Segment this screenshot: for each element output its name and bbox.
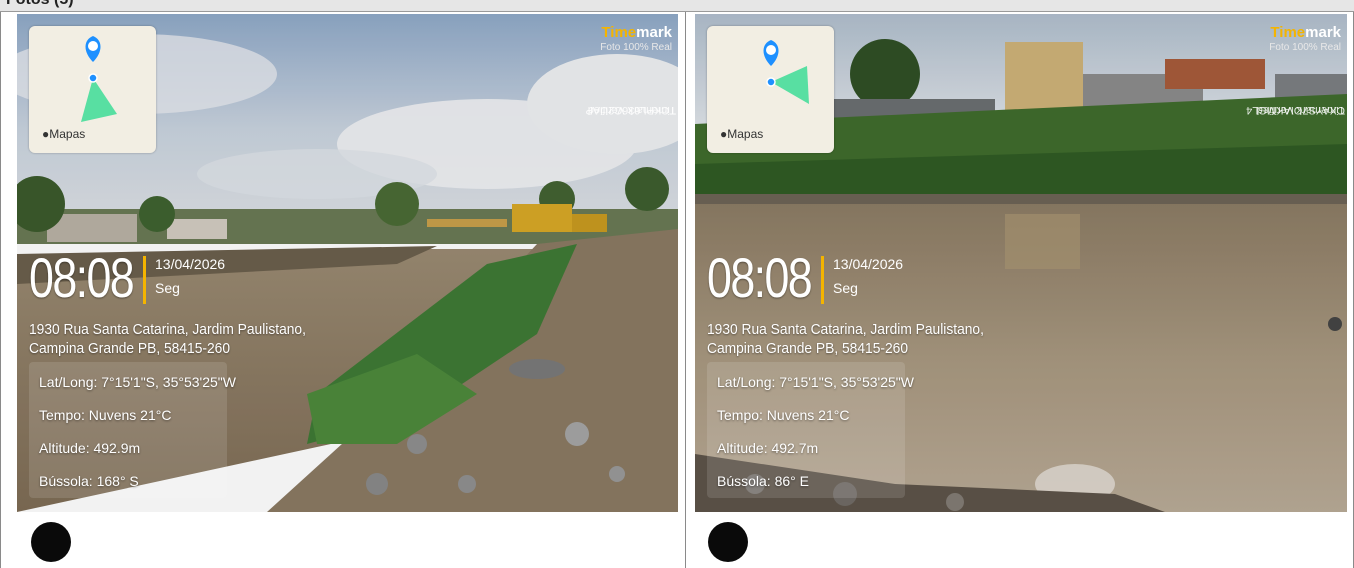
verified-strip-2: Timemark Verified CXAYS7OIAKMGL4 — [1246, 104, 1347, 324]
verified-text: Timemark Verified TCKPL636C2UAP — [585, 104, 677, 116]
altitude-text: Altitude: 492.7m — [717, 440, 819, 456]
timestamp-1: 08:08 13/04/2026 Seg — [29, 246, 225, 310]
brand-subtitle: Foto 100% Real — [600, 42, 672, 53]
address-line1: 1930 Rua Santa Catarina, Jardim Paulista… — [707, 321, 984, 338]
maps-label: ●Mapas — [42, 127, 86, 141]
altitude-text: Altitude: 492.9m — [39, 440, 141, 456]
date-text: 13/04/2026 — [833, 256, 904, 272]
avatar[interactable] — [708, 522, 748, 562]
timestamp-2: 08:08 13/04/2026 Seg — [707, 246, 903, 310]
address-line1: 1930 Rua Santa Catarina, Jardim Paulista… — [29, 321, 306, 338]
photo-image-1[interactable]: ●Mapas Timemark Foto 100% Real Timemark … — [17, 14, 678, 512]
day-text: Seg — [155, 280, 180, 296]
time-text: 08:08 — [29, 246, 135, 309]
compass-text: Bússola: 168° S — [39, 473, 139, 489]
weather-text: Tempo: Nuvens 21°C — [39, 407, 172, 423]
mini-map-card-2[interactable]: ●Mapas — [707, 26, 834, 153]
date-text: 13/04/2026 — [155, 256, 226, 272]
verified-text: Timemark Verified CXAYS7OIAKMGL4 — [1246, 104, 1345, 116]
header-bar: Fotos (5) — [0, 0, 1354, 12]
address-1: 1930 Rua Santa Catarina, Jardim Paulista… — [29, 320, 306, 358]
photo-image-2[interactable]: ●Mapas Timemark Foto 100% Real Timemark … — [695, 14, 1347, 512]
address-line2: Campina Grande PB, 58415-260 — [707, 340, 909, 357]
timemark-brand-1: Timemark Foto 100% Real — [600, 24, 672, 53]
maps-label: ●Mapas — [720, 127, 764, 141]
map-pin-icon — [763, 40, 809, 104]
lat-long-text: Lat/Long: 7°15'1"S, 35°53'25"W — [717, 374, 914, 390]
info-box-1: Lat/Long: 7°15'1"S, 35°53'25"W Tempo: Nu… — [29, 362, 236, 498]
avatar[interactable] — [31, 522, 71, 562]
address-line2: Campina Grande PB, 58415-260 — [29, 340, 231, 357]
mini-map-card-1[interactable]: ●Mapas — [29, 26, 156, 153]
weather-text: Tempo: Nuvens 21°C — [717, 407, 850, 423]
photo-card-2: ●Mapas Timemark Foto 100% Real Timemark … — [686, 12, 1354, 568]
time-text: 08:08 — [707, 246, 813, 309]
address-2: 1930 Rua Santa Catarina, Jardim Paulista… — [707, 320, 984, 358]
info-box-2: Lat/Long: 7°15'1"S, 35°53'25"W Tempo: Nu… — [707, 362, 914, 498]
photo-card-1: ●Mapas Timemark Foto 100% Real Timemark … — [0, 12, 686, 568]
verified-strip-1: Timemark Verified TCKPL636C2UAP — [585, 104, 678, 324]
day-text: Seg — [833, 280, 858, 296]
map-pin-icon — [81, 36, 117, 122]
timemark-brand-2: Timemark Foto 100% Real — [1269, 24, 1341, 53]
time-divider — [821, 256, 824, 304]
time-divider — [143, 256, 146, 304]
lat-long-text: Lat/Long: 7°15'1"S, 35°53'25"W — [39, 374, 236, 390]
header-title: Fotos (5) — [6, 0, 74, 9]
brand-subtitle: Foto 100% Real — [1269, 42, 1341, 53]
compass-text: Bússola: 86° E — [717, 473, 809, 489]
